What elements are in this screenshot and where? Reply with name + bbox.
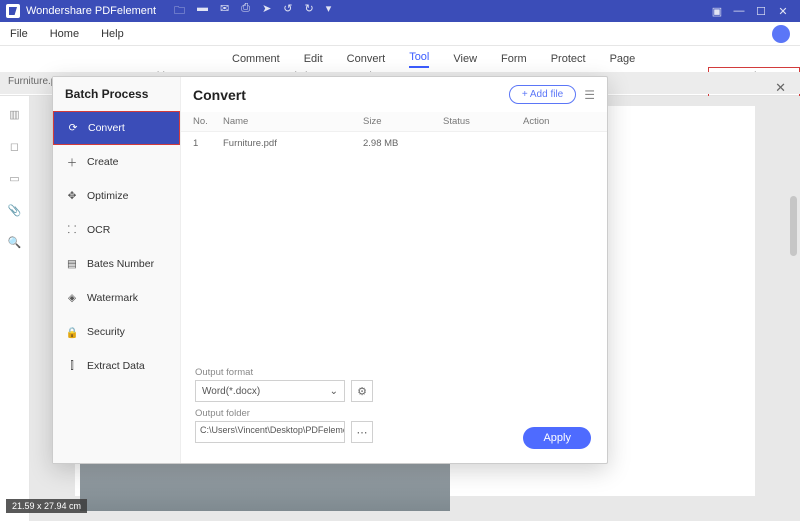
attachment-icon[interactable]: 📎: [7, 202, 23, 218]
output-format-select[interactable]: Word(*.docx)⌄: [195, 380, 345, 402]
format-settings-button[interactable]: ⚙: [351, 380, 373, 402]
sidebar-item-ocr[interactable]: ⸬OCR: [53, 213, 180, 247]
output-folder-field[interactable]: C:\Users\Vincent\Desktop\PDFelement\Cor: [195, 421, 345, 443]
ellipsis-icon: ⋯: [357, 426, 368, 439]
bookmark-icon[interactable]: ◻: [7, 138, 23, 154]
sidebar-item-security[interactable]: 🔒Security: [53, 315, 180, 349]
add-file-button[interactable]: + Add file: [509, 85, 576, 104]
ocr-icon: ⸬: [65, 223, 79, 237]
tab-view[interactable]: View: [453, 53, 477, 68]
convert-icon: ⟳: [66, 121, 80, 135]
tab-edit[interactable]: Edit: [304, 53, 323, 68]
save-icon[interactable]: ▬: [197, 2, 208, 21]
col-status: Status: [443, 116, 523, 127]
print-icon[interactable]: ⎙: [241, 2, 250, 21]
browse-folder-button[interactable]: ⋯: [351, 421, 373, 443]
watermark-icon: ◈: [65, 291, 79, 305]
panel-menu-icon[interactable]: ☰: [584, 88, 595, 102]
redo-icon[interactable]: ↻: [305, 2, 314, 21]
search-icon[interactable]: 🔍: [7, 234, 23, 250]
tab-form[interactable]: Form: [501, 53, 527, 68]
mail-icon[interactable]: ✉: [220, 2, 229, 21]
file-table-header: No. Name Size Status Action: [181, 112, 607, 132]
account-avatar-icon[interactable]: [772, 25, 790, 43]
extract-icon: ⫿: [65, 359, 79, 373]
sidebar-item-optimize[interactable]: ✥Optimize: [53, 179, 180, 213]
vertical-scrollbar[interactable]: [790, 196, 797, 256]
undo-icon[interactable]: ↺: [283, 2, 292, 21]
comment-panel-icon[interactable]: ▭: [7, 170, 23, 186]
menu-bar: File Home Help: [0, 22, 800, 46]
output-folder-label: Output folder: [195, 408, 593, 419]
close-window-button[interactable]: ✕: [772, 5, 794, 18]
bates-icon: ▤: [65, 257, 79, 271]
title-bar: Wondershare PDFelement 🗀 ▬ ✉ ⎙ ➤ ↺ ↻ ▾ ▣…: [0, 0, 800, 22]
open-icon[interactable]: 🗀: [174, 2, 185, 21]
sidebar-item-extract[interactable]: ⫿Extract Data: [53, 349, 180, 383]
gear-icon: ⚙: [357, 385, 367, 398]
col-size: Size: [363, 116, 443, 127]
app-logo-icon: [6, 4, 20, 18]
window-settings-icon[interactable]: ▣: [706, 5, 728, 18]
batch-main-panel: Convert + Add file ☰ No. Name Size Statu…: [181, 77, 607, 463]
apply-button[interactable]: Apply: [523, 427, 591, 449]
col-no: No.: [193, 116, 223, 127]
tab-protect[interactable]: Protect: [551, 53, 586, 68]
batch-sidebar: Batch Process ⟳Convert ＋Create ✥Optimize…: [53, 77, 181, 463]
share-icon[interactable]: ➤: [262, 2, 271, 21]
output-format-label: Output format: [195, 367, 593, 378]
sidebar-item-watermark[interactable]: ◈Watermark: [53, 281, 180, 315]
tab-convert[interactable]: Convert: [347, 53, 386, 68]
file-table-body: 1 Furniture.pdf 2.98 MB: [181, 132, 607, 357]
cell-size: 2.98 MB: [363, 138, 443, 149]
thumbnails-icon[interactable]: ▥: [7, 106, 23, 122]
lock-icon: 🔒: [65, 325, 79, 339]
batch-sidebar-title: Batch Process: [53, 77, 180, 111]
page-image-placeholder: [80, 461, 450, 511]
create-icon: ＋: [65, 155, 79, 169]
tab-page[interactable]: Page: [610, 53, 636, 68]
menu-file[interactable]: File: [10, 28, 28, 40]
app-name: Wondershare PDFelement: [26, 5, 156, 17]
maximize-button[interactable]: ☐: [750, 5, 772, 18]
panel-header: Convert + Add file ☰: [181, 77, 607, 112]
sidebar-item-bates[interactable]: ▤Bates Number: [53, 247, 180, 281]
dimension-badge: 21.59 x 27.94 cm: [6, 499, 87, 513]
minimize-button[interactable]: —: [728, 5, 750, 17]
col-name: Name: [223, 116, 363, 127]
menu-help[interactable]: Help: [101, 28, 124, 40]
chevron-down-icon: ⌄: [330, 386, 338, 397]
close-dialog-button[interactable]: ✕: [775, 80, 786, 96]
table-row[interactable]: 1 Furniture.pdf 2.98 MB: [181, 132, 607, 155]
ribbon-tabs: Comment Edit Convert Tool View Form Prot…: [0, 46, 800, 68]
qat-dropdown-icon[interactable]: ▾: [326, 2, 332, 21]
cell-no: 1: [193, 138, 223, 149]
optimize-icon: ✥: [65, 189, 79, 203]
tab-tool[interactable]: Tool: [409, 51, 429, 68]
tab-comment[interactable]: Comment: [232, 53, 280, 68]
left-rail: ▥ ◻ ▭ 📎 🔍: [0, 96, 30, 521]
batch-process-dialog: Batch Process ⟳Convert ＋Create ✥Optimize…: [52, 76, 608, 464]
sidebar-item-convert[interactable]: ⟳Convert: [53, 111, 180, 145]
panel-title: Convert: [193, 87, 246, 103]
col-action: Action: [523, 116, 583, 127]
quick-access-toolbar: 🗀 ▬ ✉ ⎙ ➤ ↺ ↻ ▾: [174, 2, 331, 21]
menu-home[interactable]: Home: [50, 28, 79, 40]
cell-name: Furniture.pdf: [223, 138, 363, 149]
sidebar-item-create[interactable]: ＋Create: [53, 145, 180, 179]
